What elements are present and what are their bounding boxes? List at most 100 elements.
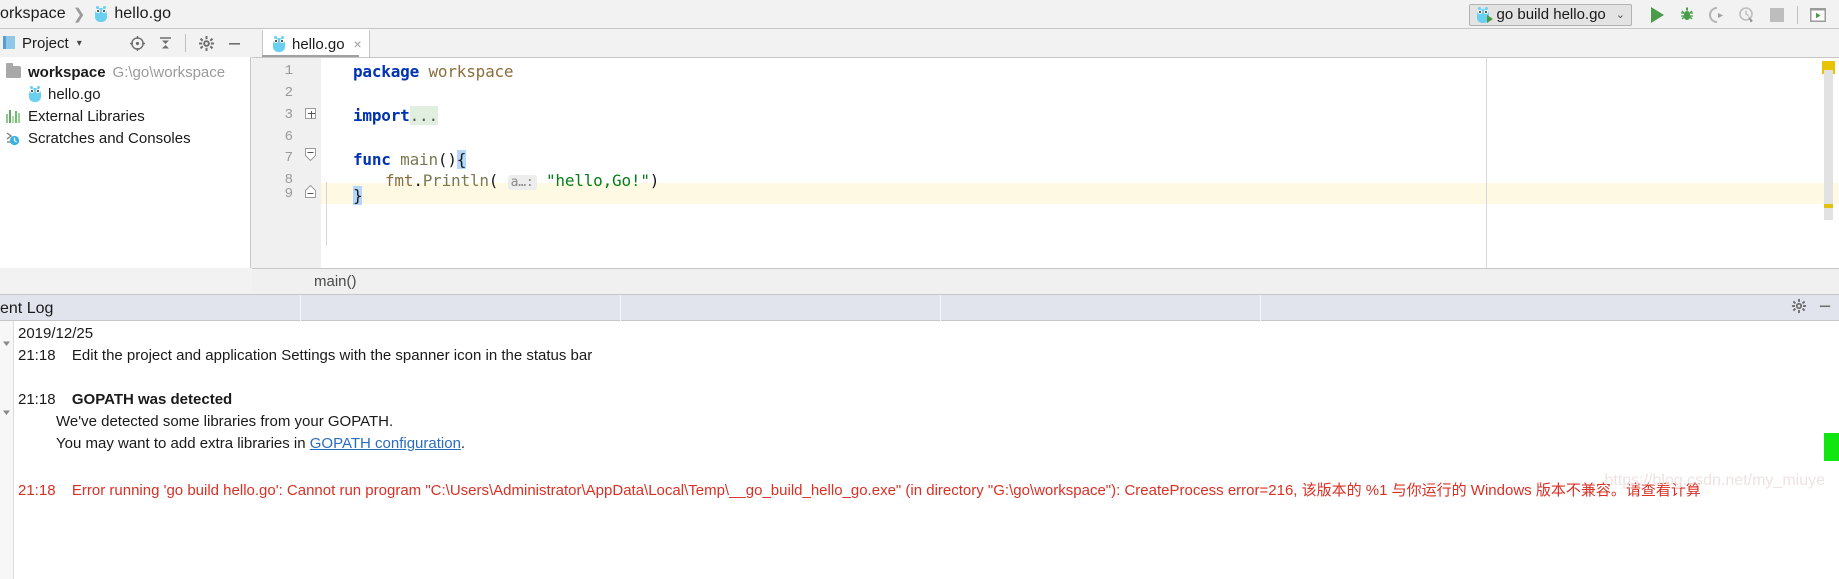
editor-tab-bar: hello.go × (252, 29, 1839, 57)
event-log-body[interactable]: 2019/12/25 21:18 Edit the project and ap… (0, 321, 1839, 579)
tree-item-hello-go[interactable]: hello.go (0, 83, 250, 105)
line-number-current: 9 (284, 186, 293, 202)
project-panel-tools (124, 29, 247, 57)
toolbar-divider (1797, 5, 1798, 24)
line-number-gutter: 1 2 3 6 7 8 9 (252, 58, 301, 269)
locate-icon[interactable] (124, 30, 150, 56)
fmt-package: fmt (385, 171, 414, 190)
close-icon[interactable]: × (354, 36, 362, 52)
line-number: 7 (284, 150, 293, 166)
code-line-1: package workspace (353, 62, 514, 81)
minimize-icon[interactable] (221, 30, 247, 56)
collapse-all-icon[interactable] (152, 30, 178, 56)
event-log-header: ent Log (0, 294, 1839, 322)
tab-hello-go[interactable]: hello.go × (262, 29, 370, 57)
log-text-before: You may want to add extra libraries in (56, 435, 310, 452)
parameter-hint: a…: (507, 175, 537, 190)
column-divider (940, 295, 941, 322)
profile-button (1732, 0, 1762, 29)
log-entry-settings-tip: 21:18 Edit the project and application S… (18, 347, 592, 364)
gopath-configuration-link[interactable]: GOPATH configuration (310, 435, 461, 452)
debug-button[interactable] (1672, 0, 1702, 29)
run-toolbar: go build hello.go ⌄ (1468, 0, 1839, 29)
tree-item-workspace[interactable]: workspace G:\go\workspace (0, 61, 250, 83)
log-date: 2019/12/25 (18, 325, 94, 342)
tree-item-label: hello.go (48, 85, 101, 103)
string-literal: "hello,Go!" (545, 171, 650, 190)
code-editor[interactable]: 1 2 3 6 7 8 9 package workspace import..… (252, 57, 1839, 269)
stop-icon (1770, 7, 1784, 22)
keyword-func: func (353, 150, 391, 169)
chevron-down-icon[interactable]: ▾ (77, 38, 82, 49)
parens: () (437, 150, 457, 169)
build-status-flag[interactable] (1824, 433, 1839, 461)
scratches-icon (6, 131, 21, 146)
gear-icon[interactable] (193, 30, 219, 56)
go-build-icon (1476, 6, 1493, 23)
tree-item-external-libraries[interactable]: External Libraries (0, 105, 250, 127)
gear-icon[interactable] (1791, 298, 1807, 319)
project-icon (3, 36, 15, 49)
breadcrumb-file[interactable]: hello.go (114, 5, 171, 23)
project-panel-title[interactable]: Project (22, 35, 69, 52)
keyword-import: import (353, 106, 410, 125)
chevron-down-icon: ⌄ (1615, 9, 1625, 21)
fold-function-start-icon[interactable] (305, 148, 316, 162)
event-log-title[interactable]: ent Log (0, 300, 53, 318)
log-text-after: . (460, 435, 466, 452)
matching-brace: { (456, 150, 467, 169)
breadcrumb: orkspace ❯ hello.go (0, 0, 171, 29)
window-play-icon (1810, 7, 1826, 22)
top-toolbar: orkspace ❯ hello.go go build hello.go ⌄ (0, 0, 1839, 29)
code-line-7: func main(){ (353, 150, 466, 169)
log-text: GOPATH was detected (71, 391, 233, 408)
event-log-entries: 2019/12/25 21:18 Edit the project and ap… (15, 321, 1839, 579)
column-divider (620, 295, 621, 322)
log-text: Edit the project and application Setting… (71, 347, 593, 364)
tree-item-label: External Libraries (28, 107, 145, 125)
fold-gutter[interactable] (301, 58, 321, 269)
collapse-arrow-icon[interactable] (2, 404, 11, 415)
log-entry-gopath-link-line: You may want to add extra libraries in G… (56, 435, 465, 452)
project-tree[interactable]: workspace G:\go\workspace hello.go Exter… (0, 57, 251, 268)
breadcrumb-project[interactable]: orkspace (0, 5, 66, 23)
fold-function-end-icon[interactable] (305, 184, 316, 198)
run-button[interactable] (1642, 0, 1672, 29)
breadcrumb-main[interactable]: main() (314, 273, 357, 290)
coverage-icon (1709, 6, 1723, 23)
editor-scrollbar[interactable] (1824, 70, 1833, 220)
keyword-package: package (353, 62, 420, 81)
folded-import-placeholder[interactable]: ... (409, 106, 438, 125)
collapse-arrow-icon[interactable] (2, 335, 11, 346)
line-number: 3 (284, 107, 293, 123)
folder-icon (6, 63, 21, 78)
panel-divider (185, 34, 186, 52)
go-file-icon (94, 6, 108, 22)
stop-button (1762, 0, 1792, 29)
package-name: workspace (428, 62, 514, 81)
tree-item-scratches-and-consoles[interactable]: Scratches and Consoles (0, 127, 250, 149)
expand-import-icon[interactable] (305, 108, 316, 119)
log-entry-gopath-title: 21:18 GOPATH was detected (18, 391, 232, 408)
chevron-right-icon: ❯ (72, 6, 86, 23)
log-entry-gopath-detail: We've detected some libraries from your … (56, 413, 393, 430)
log-time: 21:18 (18, 347, 56, 364)
matching-brace-close: } (353, 186, 363, 205)
run-configuration-selector[interactable]: go build hello.go ⌄ (1468, 3, 1632, 26)
open-paren: ( (488, 171, 508, 190)
restore-layout-button[interactable] (1803, 0, 1833, 29)
scrollbar-warning-marker[interactable] (1824, 204, 1833, 208)
profiler-icon (1739, 6, 1753, 23)
function-name-main: main (400, 150, 438, 169)
tree-item-label: Scratches and Consoles (28, 129, 191, 147)
ide-window: orkspace ❯ hello.go go build hello.go ⌄ (0, 0, 1839, 579)
event-log-gutter (0, 321, 14, 579)
log-entry-error: 21:18 Error running 'go build hello.go':… (18, 479, 1701, 500)
minimize-icon[interactable] (1817, 298, 1833, 319)
code-content[interactable]: package workspace import... func main(){… (321, 58, 1839, 269)
dot: . (413, 171, 423, 190)
tab-label: hello.go (292, 35, 345, 53)
code-line-3: import... (353, 106, 438, 125)
line-number: 6 (284, 129, 293, 145)
column-divider (1260, 295, 1261, 322)
